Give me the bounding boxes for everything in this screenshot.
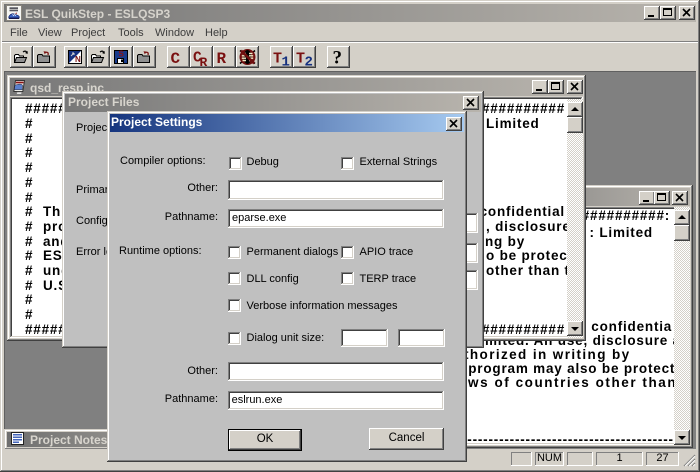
svg-text:N: N	[75, 55, 81, 64]
svg-text:?: ?	[333, 49, 343, 67]
svg-text:1: 1	[282, 55, 290, 68]
svg-text:2: 2	[305, 55, 313, 68]
svg-text:R: R	[217, 50, 227, 66]
svg-text:R: R	[200, 55, 208, 67]
svg-text:S: S	[119, 50, 125, 59]
svg-text:C: C	[171, 50, 181, 66]
